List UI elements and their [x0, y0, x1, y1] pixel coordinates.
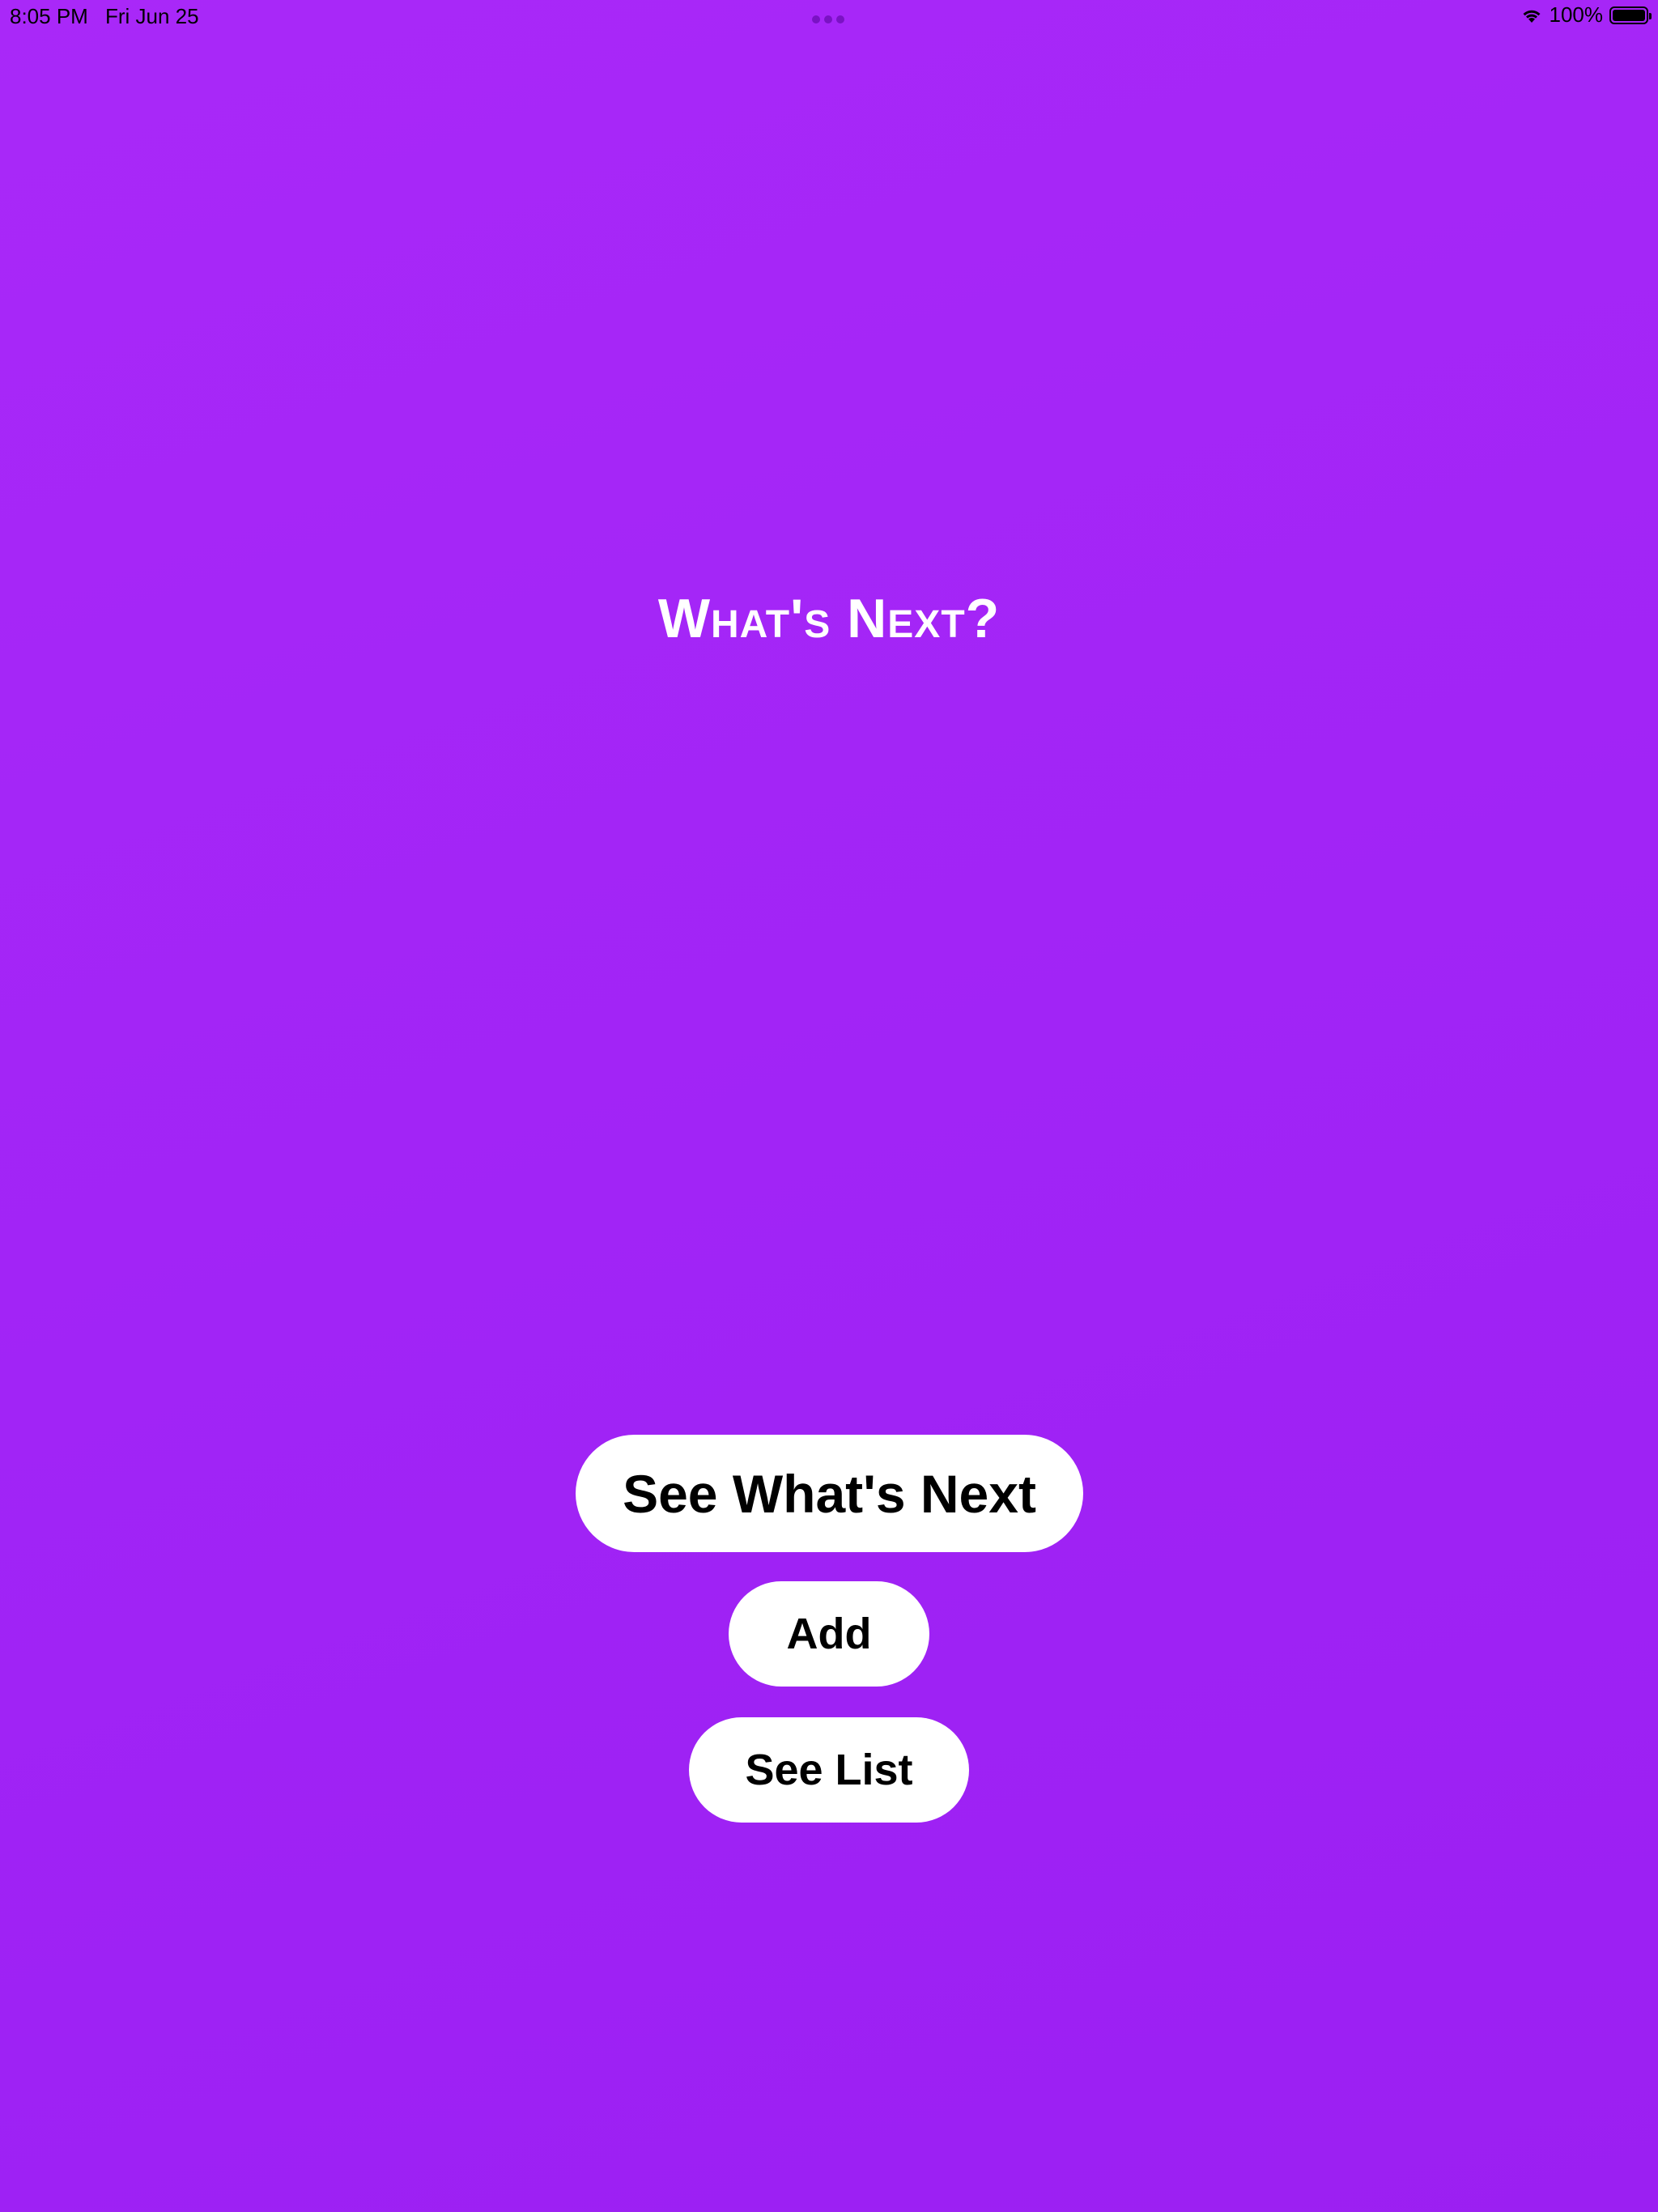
see-whats-next-button[interactable]: See What's Next [576, 1435, 1083, 1552]
status-indicators: 100% [1520, 2, 1652, 28]
status-bar: 8:05 PM Fri Jun 25 100% [0, 0, 1658, 32]
battery-level [1613, 9, 1645, 21]
battery-percent: 100% [1549, 2, 1604, 27]
status-date: Fri Jun 25 [105, 4, 199, 28]
add-button[interactable]: Add [729, 1581, 929, 1687]
see-list-button[interactable]: See List [689, 1717, 969, 1823]
multitasking-menu-icon[interactable] [812, 15, 844, 23]
page-title: What's Next? [657, 588, 1001, 649]
wifi-icon [1520, 6, 1543, 24]
status-time: 8:05 PM [10, 4, 88, 28]
battery-icon [1609, 6, 1652, 24]
